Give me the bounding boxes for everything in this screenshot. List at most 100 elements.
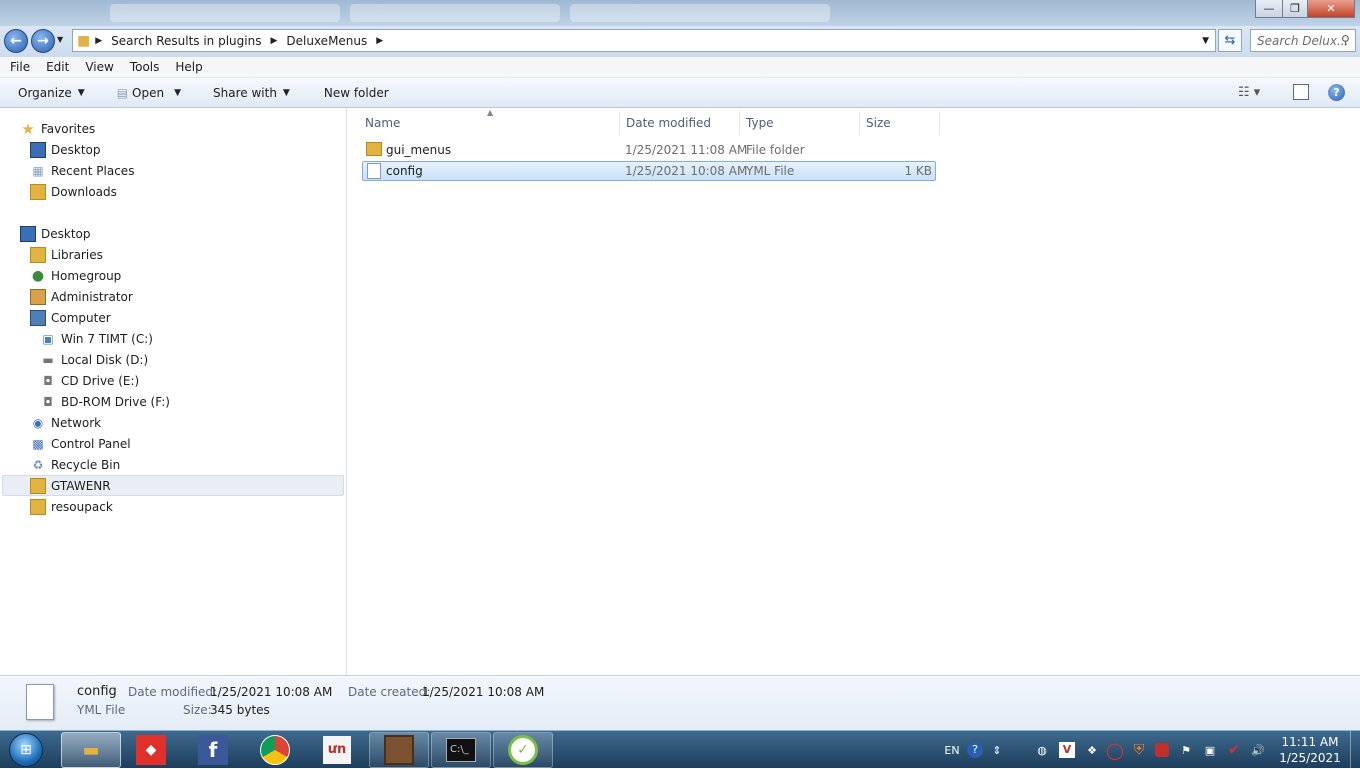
action-center-flag-icon[interactable]: ⚑ <box>1176 731 1196 769</box>
taskbar-coccoc[interactable]: ✓ <box>493 732 553 768</box>
dropbox-icon[interactable]: ❖ <box>1082 731 1102 769</box>
nav-gtawenr[interactable]: GTAWENR <box>2 475 344 496</box>
nav-administrator[interactable]: Administrator <box>30 286 133 307</box>
nav-computer[interactable]: Computer <box>30 307 111 328</box>
recent-pages-dropdown[interactable]: ▼ <box>57 35 63 44</box>
file-row-gui-menus[interactable]: gui_menus 1/25/2021 11:08 AM File folder <box>362 140 936 160</box>
control-panel-icon: ▩ <box>32 436 44 451</box>
nav-homegroup[interactable]: ● Homegroup <box>30 265 121 286</box>
forward-button[interactable]: → <box>31 29 55 53</box>
libraries-icon <box>30 246 46 263</box>
nav-item-label: Win 7 TIMT (C:) <box>61 331 153 346</box>
nav-drive-d[interactable]: ▬ Local Disk (D:) <box>40 349 148 370</box>
bd-rom-drive-icon: ◘ <box>43 394 53 409</box>
nav-downloads[interactable]: Downloads <box>30 181 117 202</box>
refresh-button[interactable]: ⇆ <box>1218 29 1242 52</box>
share-label: Share with <box>213 85 277 100</box>
chrome-icon <box>260 735 290 765</box>
preview-pane-icon[interactable] <box>1293 84 1309 100</box>
details-size-value: 345 bytes <box>210 703 270 717</box>
nav-libraries[interactable]: Libraries <box>30 244 103 265</box>
new-folder-button[interactable]: New folder <box>300 81 399 105</box>
taskbar-chrome[interactable] <box>245 732 305 768</box>
column-header-size[interactable]: Size <box>860 111 940 135</box>
minimize-button[interactable]: — <box>1255 0 1283 18</box>
nav-fav-desktop[interactable]: Desktop <box>30 139 101 160</box>
view-options-icon[interactable]: ☷ ▾ <box>1238 85 1260 100</box>
menu-help[interactable]: Help <box>167 60 210 74</box>
background-tab-blur <box>350 4 560 22</box>
back-button[interactable]: ← <box>4 29 28 53</box>
nav-item-label: Recycle Bin <box>51 457 121 472</box>
nav-item-label: Homegroup <box>51 268 122 283</box>
column-header-type[interactable]: Type <box>740 111 860 135</box>
clock[interactable]: 11:11 AM 1/25/2021 <box>1275 734 1345 766</box>
start-button[interactable]: ⊞ <box>4 732 48 768</box>
nav-item-label: Control Panel <box>51 436 131 451</box>
breadcrumb-separator-icon[interactable]: ▶ <box>265 36 282 46</box>
garena-icon[interactable] <box>1152 731 1172 769</box>
help-tray-icon[interactable]: ? <box>966 731 984 769</box>
nav-recent-places[interactable]: ▦ Recent Places <box>30 160 134 181</box>
details-size-label: Size: <box>183 703 212 717</box>
menu-edit[interactable]: Edit <box>38 60 77 74</box>
file-name: config <box>386 164 423 178</box>
folder-icon <box>366 142 382 156</box>
taskbar-cmd[interactable]: C:\_ <box>431 732 491 768</box>
breadcrumb-separator-icon[interactable]: ▶ <box>90 36 107 46</box>
unikey-icon: ưn <box>323 736 351 764</box>
close-button[interactable]: ✕ <box>1307 0 1355 18</box>
nav-favorites[interactable]: ★ Favorites <box>20 118 95 139</box>
nav-drive-c[interactable]: ▣ Win 7 TIMT (C:) <box>40 328 153 349</box>
antivirus-tray-icon[interactable]: ✔ <box>1224 731 1244 769</box>
details-file-kind: YML File <box>77 703 126 717</box>
nav-drive-f[interactable]: ◘ BD-ROM Drive (F:) <box>40 391 170 412</box>
nav-resoupack[interactable]: resoupack <box>30 496 113 517</box>
file-type: File folder <box>746 143 805 157</box>
security-shield-icon[interactable]: ⛨ <box>1129 731 1149 769</box>
back-arrow-icon: ← <box>10 33 22 49</box>
taskbar: ⊞ ▬ ◆ f ưn C:\_ ✓ EN ? ⇕ ◍ V ❖ ◯ ⛨ ⚑ ▣ ✔… <box>0 730 1360 769</box>
taskbar-minecraft[interactable] <box>369 732 429 768</box>
opera-icon[interactable]: ◯ <box>1105 731 1125 769</box>
chevron-down-icon: ▼ <box>77 87 85 98</box>
open-button[interactable]: ▤ Open ▼ <box>95 81 191 105</box>
nav-item-label: BD-ROM Drive (F:) <box>61 394 170 409</box>
column-header-name[interactable]: Name <box>359 111 620 135</box>
cmd-icon: C:\_ <box>446 738 476 762</box>
forward-arrow-icon: → <box>37 33 49 49</box>
tray-app-icon[interactable]: ◍ <box>1032 731 1052 769</box>
menu-file[interactable]: File <box>0 60 38 74</box>
computer-icon <box>30 309 46 326</box>
nav-control-panel[interactable]: ▩ Control Panel <box>30 433 131 454</box>
network-tray-icon[interactable]: ▣ <box>1200 731 1220 769</box>
maximize-button[interactable]: ❐ <box>1282 0 1308 18</box>
nav-drive-e[interactable]: ◘ CD Drive (E:) <box>40 370 139 391</box>
language-options-icon[interactable]: ⇕ <box>990 731 1004 769</box>
menu-tools[interactable]: Tools <box>122 60 168 74</box>
help-icon[interactable]: ? <box>1328 84 1345 101</box>
share-with-button[interactable]: Share with ▼ <box>191 81 300 105</box>
nav-recycle-bin[interactable]: ♻ Recycle Bin <box>30 454 121 475</box>
show-desktop-button[interactable] <box>1350 731 1360 769</box>
address-bar[interactable]: ■ ▶ Search Results in plugins ▶ DeluxeMe… <box>72 29 1216 52</box>
menu-view[interactable]: View <box>77 60 121 74</box>
address-dropdown-icon[interactable]: ▼ <box>1202 36 1209 46</box>
taskbar-unikey[interactable]: ưn <box>307 732 367 768</box>
taskbar-anydesk[interactable]: ◆ <box>121 732 181 768</box>
nav-desktop[interactable]: Desktop <box>20 223 91 244</box>
open-label: Open <box>132 85 165 100</box>
taskbar-facebook[interactable]: f <box>183 732 243 768</box>
column-header-date[interactable]: Date modified <box>620 111 740 135</box>
breadcrumb-separator-icon[interactable]: ▶ <box>371 36 388 46</box>
organize-button[interactable]: Organize ▼ <box>0 81 95 105</box>
nav-network[interactable]: ◉ Network <box>30 412 101 433</box>
file-row-config[interactable]: config 1/25/2021 10:08 AM YML File 1 KB <box>362 161 936 181</box>
breadcrumb-deluxemenus[interactable]: DeluxeMenus <box>282 34 371 48</box>
star-icon: ★ <box>21 119 35 138</box>
breadcrumb-search-results[interactable]: Search Results in plugins <box>107 34 265 48</box>
vietkey-tray-icon[interactable]: V <box>1057 731 1077 769</box>
language-indicator[interactable]: EN <box>940 731 964 769</box>
volume-icon[interactable]: 🔊 <box>1248 731 1268 769</box>
taskbar-explorer[interactable]: ▬ <box>61 732 121 768</box>
